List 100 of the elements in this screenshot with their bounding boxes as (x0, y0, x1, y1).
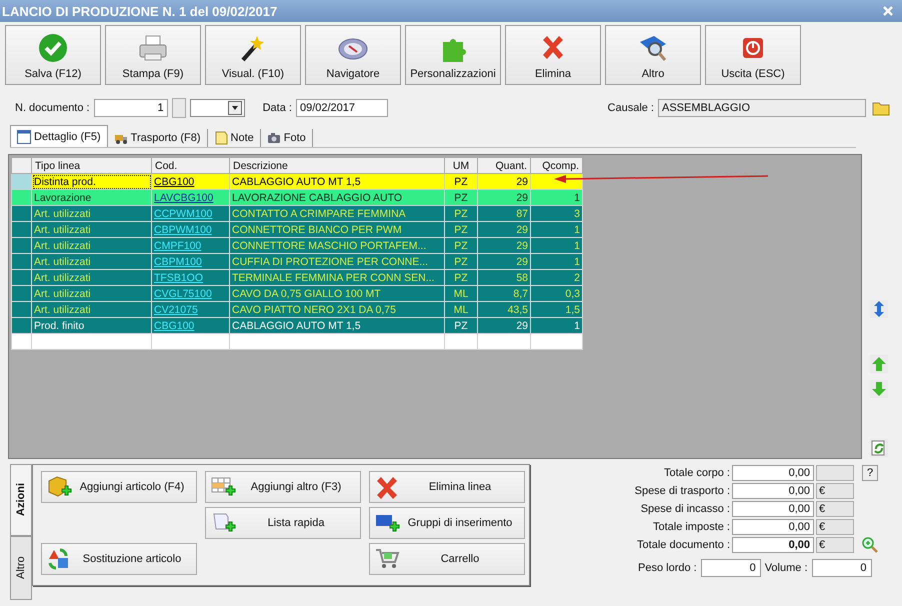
table-cell: 1 (530, 190, 582, 206)
arrow-down-icon[interactable] (870, 380, 888, 398)
action-button[interactable]: Lista rapida (205, 507, 361, 539)
row-indicator[interactable] (12, 302, 32, 318)
table-cell: 29 (478, 254, 530, 270)
column-header[interactable]: Quant. (478, 158, 530, 174)
code-link[interactable]: LAVCBG100 (154, 192, 214, 204)
row-indicator[interactable] (12, 206, 32, 222)
tab[interactable]: Dettaglio (F5) (10, 125, 108, 147)
table-cell: 1,5 (530, 302, 582, 318)
action-button[interactable]: Sostituzione articolo (41, 543, 197, 575)
total-label: Totale corpo : (662, 467, 730, 479)
currency-field: € (816, 501, 854, 517)
gross-weight-field[interactable]: 0 (700, 559, 761, 577)
tab[interactable]: Trasporto (F8) (108, 129, 208, 147)
table-cell: CONTATTO A CRIMPARE FEMMINA (230, 206, 444, 222)
date-field[interactable]: 09/02/2017 (296, 99, 388, 117)
table-cell: 43,5 (478, 302, 530, 318)
currency-field: € (816, 519, 854, 535)
column-header[interactable]: UM (444, 158, 478, 174)
causale-field[interactable]: ASSEMBLAGGIO (658, 99, 866, 117)
table-cell: 1 (530, 222, 582, 238)
table-cell: PZ (444, 254, 478, 270)
table-cell: 29 (478, 174, 530, 190)
series-button[interactable] (172, 98, 186, 118)
table-cell: CAVO PIATTO NERO 2X1 DA 0,75 (230, 302, 444, 318)
table-cell: Art. utilizzati (32, 270, 152, 286)
action-button[interactable]: Aggiungi articolo (F4) (41, 471, 197, 503)
check-icon (37, 32, 69, 64)
row-indicator[interactable] (12, 318, 32, 334)
currency-field: € (816, 537, 854, 553)
total-label: Spese di trasporto : (634, 485, 730, 497)
action-button[interactable]: Aggiungi altro (F3) (205, 471, 361, 503)
row-indicator[interactable] (12, 254, 32, 270)
table-cell: CABLAGGIO AUTO MT 1,5 (230, 318, 444, 334)
folder-icon[interactable] (872, 100, 890, 116)
table-cell: 58 (478, 270, 530, 286)
table-cell: CUFFIA DI PROTEZIONE PER CONNE... (230, 254, 444, 270)
table-cell: PZ (444, 174, 478, 190)
help-button[interactable]: ? (862, 465, 878, 481)
table-cell: CONNETTORE BIANCO PER PWM (230, 222, 444, 238)
total-value-field[interactable]: 0,00 (732, 519, 814, 535)
action-button[interactable]: Carrello (369, 543, 525, 575)
toolbar-button[interactable]: Uscita (ESC) (705, 25, 801, 85)
series-dropdown[interactable] (190, 99, 245, 117)
total-value-field[interactable]: 0,00 (732, 537, 814, 553)
total-value-field[interactable]: 0,00 (732, 501, 814, 517)
table-cell: PZ (444, 238, 478, 254)
volume-field[interactable]: 0 (812, 559, 872, 577)
toolbar-button[interactable]: Elimina (505, 25, 601, 85)
column-header[interactable]: Tipo linea (32, 158, 152, 174)
close-icon[interactable] (882, 5, 894, 17)
table-cell: CONNETTORE MASCHIO PORTAFEM... (230, 238, 444, 254)
table-cell: 29 (478, 190, 530, 206)
date-label: Data : (262, 102, 292, 114)
volume-label: Volume : (764, 562, 808, 574)
toolbar-button[interactable]: Personalizzazioni (405, 25, 501, 85)
tab[interactable]: Foto (260, 129, 313, 147)
table-cell: CAVO DA 0,75 GIALLO 100 MT (230, 286, 444, 302)
table-cell: 29 (478, 222, 530, 238)
camera-icon (266, 131, 281, 145)
action-button[interactable]: Gruppi di inserimento (369, 507, 525, 539)
column-header[interactable]: Descrizione (230, 158, 444, 174)
document-number-field[interactable]: 1 (94, 99, 168, 117)
column-header[interactable]: Qcomp. (530, 158, 582, 174)
action-button[interactable]: Elimina linea (369, 471, 525, 503)
table-cell: Art. utilizzati (32, 302, 152, 318)
causale-label: Causale : (608, 102, 654, 114)
row-indicator[interactable] (12, 238, 32, 254)
total-label: Totale documento : (636, 539, 730, 551)
total-value-field[interactable]: 0,00 (732, 483, 814, 499)
currency-field (816, 465, 854, 481)
zoom-in-icon[interactable] (861, 536, 879, 554)
code-link[interactable]: CBG100 (154, 176, 194, 188)
gross-weight-label: Peso lordo : (638, 562, 697, 574)
total-label: Spese di incasso : (640, 503, 730, 515)
arrow-up-icon[interactable] (870, 355, 888, 373)
table-cell: Lavorazione (32, 190, 152, 206)
table-cell: 29 (478, 238, 530, 254)
move-vertical-icon[interactable] (870, 300, 888, 318)
row-indicator[interactable] (12, 286, 32, 302)
column-header[interactable]: Cod. (152, 158, 230, 174)
total-value-field[interactable]: 0,00 (732, 465, 814, 481)
table-cell: Art. utilizzati (32, 286, 152, 302)
refresh-icon[interactable] (870, 439, 888, 457)
table-cell: Art. utilizzati (32, 206, 152, 222)
side-tab[interactable]: Altro (10, 536, 32, 600)
table-cell: Distinta prod. (32, 174, 152, 190)
table-cell: TERMINALE FEMMINA PER CONN SEN... (230, 270, 444, 286)
table-cell: Art. utilizzati (32, 222, 152, 238)
side-tab[interactable]: Azioni (10, 464, 32, 536)
row-indicator[interactable] (12, 222, 32, 238)
row-indicator[interactable] (12, 270, 32, 286)
toolbar-button[interactable]: Altro (605, 25, 701, 85)
toolbar-button[interactable]: Visual. (F10) (205, 25, 301, 85)
table-cell: Art. utilizzati (32, 254, 152, 270)
toolbar-button[interactable]: Navigatore (305, 25, 401, 85)
toolbar-button[interactable]: Salva (F12) (5, 25, 101, 85)
tab[interactable]: Note (208, 129, 261, 147)
toolbar-button[interactable]: Stampa (F9) (105, 25, 201, 85)
